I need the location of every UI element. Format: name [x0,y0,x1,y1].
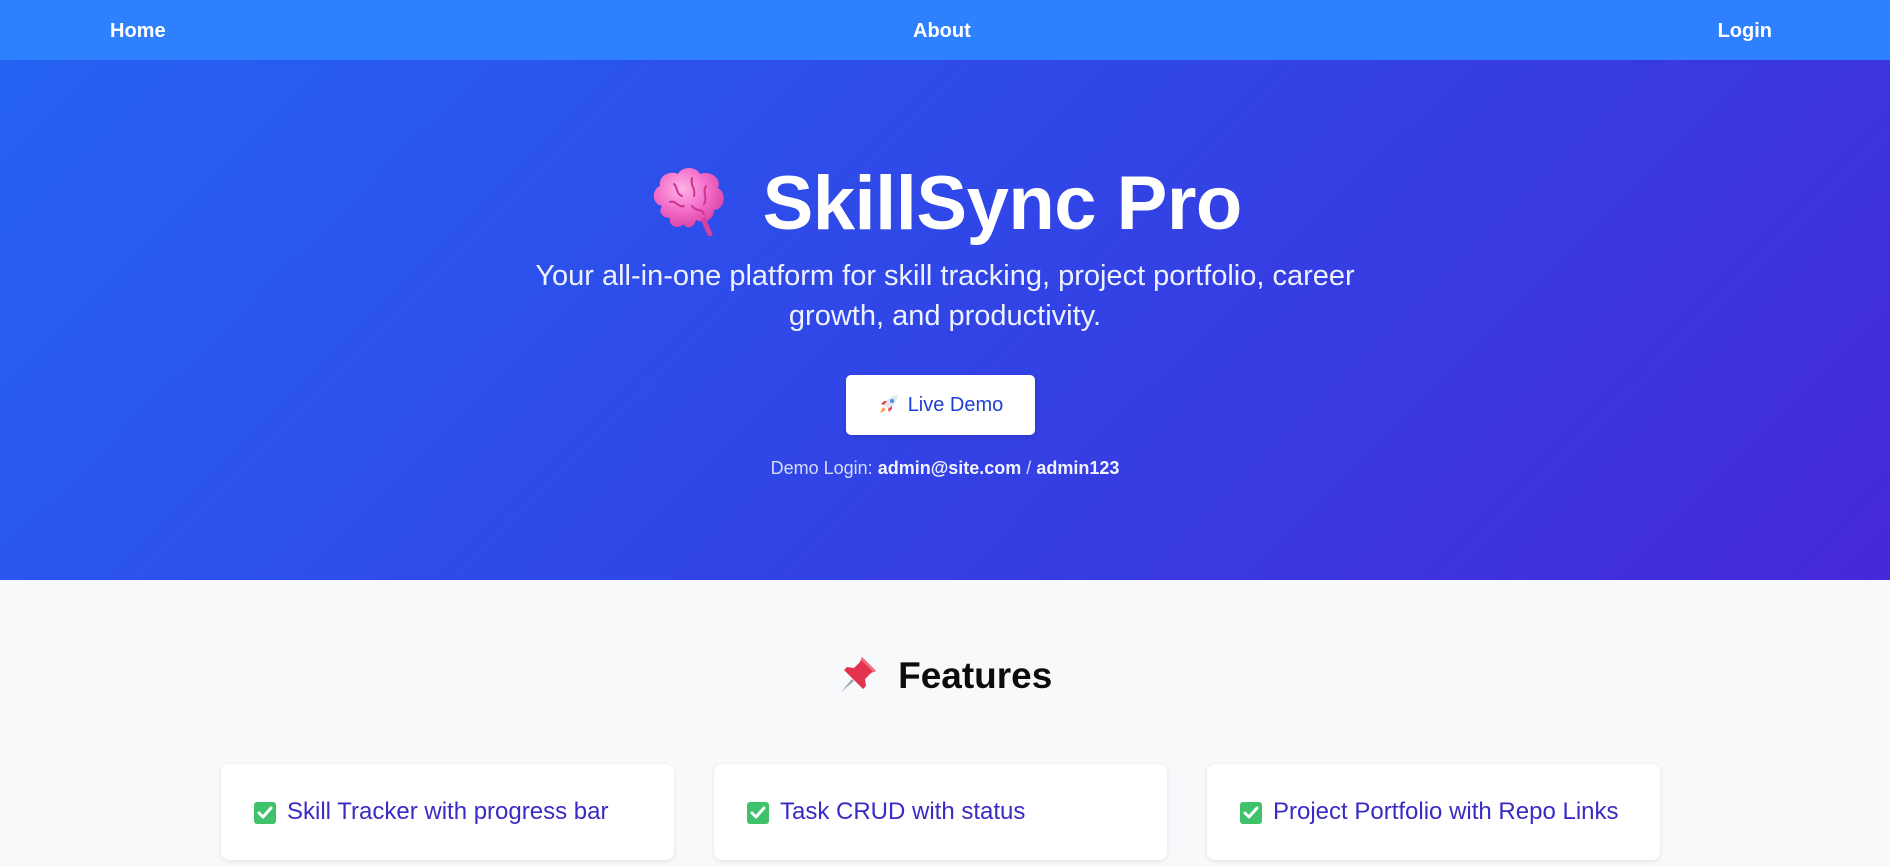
top-nav: Home About Login [0,0,1890,60]
hero-subtitle: Your all-in-one platform for skill track… [535,260,1355,332]
hero-title: SkillSync Pro [762,161,1243,246]
feature-card: Task CRUD with status [714,764,1167,860]
feature-card: Skill Tracker with progress bar [221,764,674,860]
demo-login-credentials: Demo Login: admin@site.com / admin123 [0,458,1890,479]
features-title: Features [898,655,1053,696]
hero-title-row: SkillSync Pro [0,160,1890,260]
demo-login-password: admin123 [1036,458,1120,478]
check-icon [1240,802,1262,824]
feature-label: Project Portfolio with Repo Links [1273,798,1619,825]
hero-section: SkillSync Pro Your all-in-one platform f… [0,60,1890,580]
demo-login-email: admin@site.com [877,458,1022,478]
demo-login-separator: / [1026,458,1032,478]
check-icon [254,802,276,824]
rocket-icon [878,379,900,413]
feature-label: Task CRUD with status [780,798,1026,825]
feature-label: Skill Tracker with progress bar [287,798,609,825]
features-heading-row: Features [0,655,1890,715]
nav-login-link[interactable]: Login [1718,0,1772,60]
nav-home-link[interactable]: Home [110,0,166,60]
brain-icon [648,164,728,236]
nav-about-link[interactable]: About [913,0,971,60]
feature-card: Project Portfolio with Repo Links [1207,764,1660,860]
live-demo-label: Live Demo [907,394,1004,416]
pushpin-icon [838,653,880,695]
demo-login-prefix: Demo Login: [770,458,873,478]
live-demo-button[interactable]: Live Demo [846,375,1035,435]
check-icon [747,802,769,824]
